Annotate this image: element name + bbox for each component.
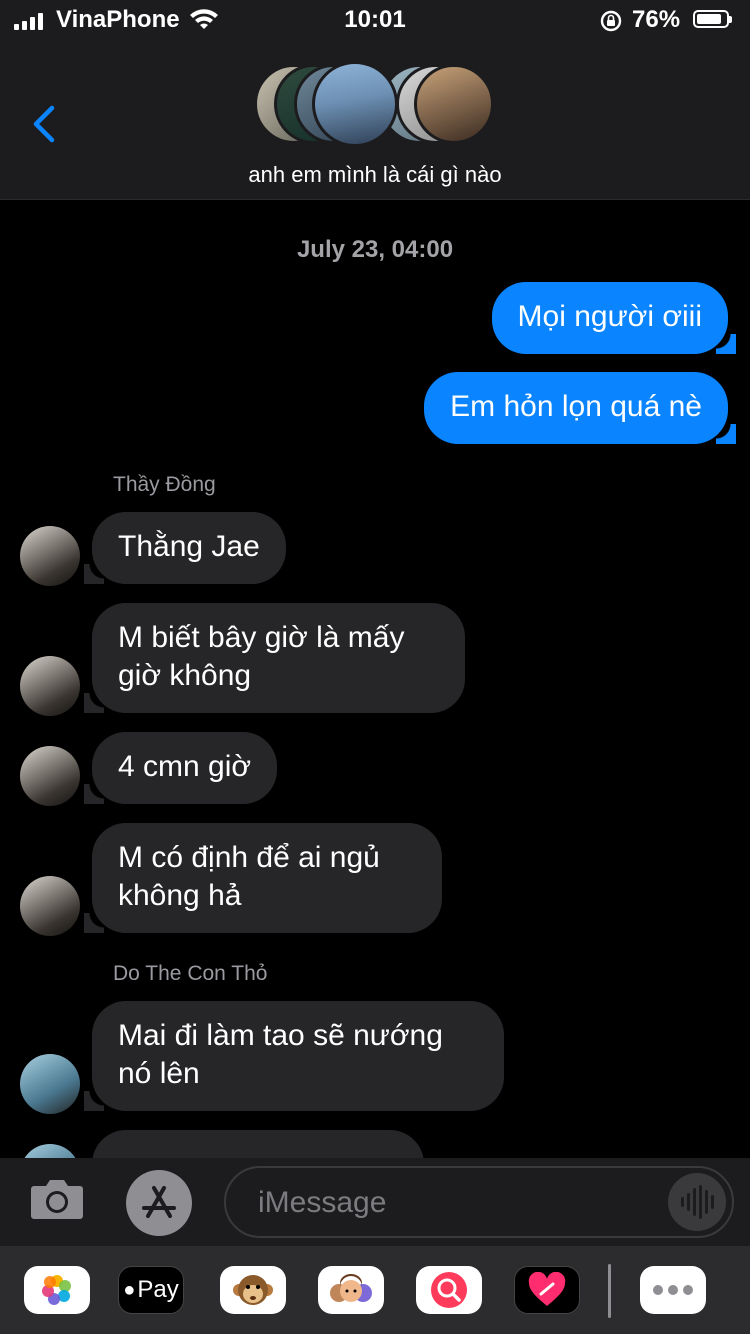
group-name[interactable]: anh em mình là cái gì nào [0, 162, 750, 188]
incoming-message[interactable]: Mai đi làm tao sẽ nướng nó lên [84, 1001, 504, 1111]
apple-pay-app[interactable]: ● Pay [118, 1266, 184, 1314]
memoji-icon [330, 1274, 372, 1302]
sender-avatar[interactable] [20, 876, 80, 936]
globe-search-icon [431, 1272, 467, 1308]
sender-avatar[interactable] [20, 656, 80, 716]
memoji-stickers-app-icon[interactable] [318, 1266, 384, 1314]
photos-app-icon[interactable] [24, 1266, 90, 1314]
battery-percent: 76% [632, 6, 681, 33]
sender-avatar[interactable] [20, 526, 80, 586]
drawer-divider [608, 1264, 611, 1318]
sender-avatar[interactable] [20, 1144, 80, 1158]
camera-icon[interactable] [30, 1176, 84, 1220]
outgoing-message[interactable]: Em hỏn lọn quá nè [424, 372, 736, 444]
images-search-app-icon[interactable] [416, 1266, 482, 1314]
incoming-message-partial[interactable] [92, 1130, 424, 1158]
incoming-message[interactable]: M có định để ai ngủ không hả [84, 823, 442, 933]
animoji-app-icon[interactable] [220, 1266, 286, 1314]
message-input-placeholder: iMessage [258, 1186, 387, 1219]
message-input[interactable]: iMessage [224, 1166, 734, 1238]
audio-message-icon[interactable] [668, 1173, 726, 1231]
sender-avatar[interactable] [20, 746, 80, 806]
photos-flower-icon [42, 1275, 71, 1305]
message-thread[interactable]: July 23, 04:00 Mọi người ơiii Em hỏn lọn… [0, 200, 750, 1158]
heart-icon [528, 1272, 566, 1306]
member-avatar [414, 64, 494, 144]
digital-touch-app-icon[interactable] [514, 1266, 580, 1314]
app-store-icon [142, 1186, 176, 1218]
sender-name: Do The Con Thỏ [113, 962, 268, 985]
battery-icon [693, 10, 732, 28]
incoming-message[interactable]: Thằng Jae [84, 512, 286, 584]
apple-logo-icon: ● [123, 1278, 136, 1301]
rotation-lock-icon [600, 10, 622, 32]
more-dots-icon [653, 1285, 693, 1295]
sender-name: Thầy Đồng [113, 473, 216, 496]
incoming-message[interactable]: M biết bây giờ là mấy giờ không [84, 603, 465, 713]
more-apps-button[interactable] [640, 1266, 706, 1314]
date-separator: July 23, 04:00 [296, 236, 454, 263]
compose-bar: iMessage [0, 1158, 750, 1246]
conversation-header: anh em mình là cái gì nào [0, 44, 750, 200]
member-avatar [312, 61, 398, 147]
incoming-message[interactable]: 4 cmn giờ [83, 732, 278, 804]
status-bar: VinaPhone 10:01 76% [0, 0, 750, 44]
apple-pay-label: Pay [137, 1276, 179, 1303]
app-drawer: ● Pay [0, 1246, 750, 1334]
outgoing-message[interactable]: Mọi người ơiii [491, 282, 737, 354]
monkey-icon [233, 1275, 273, 1305]
back-chevron-icon[interactable] [30, 104, 58, 144]
app-store-button[interactable] [126, 1170, 192, 1236]
sender-avatar[interactable] [20, 1054, 80, 1114]
group-avatar-stack[interactable] [254, 61, 500, 147]
